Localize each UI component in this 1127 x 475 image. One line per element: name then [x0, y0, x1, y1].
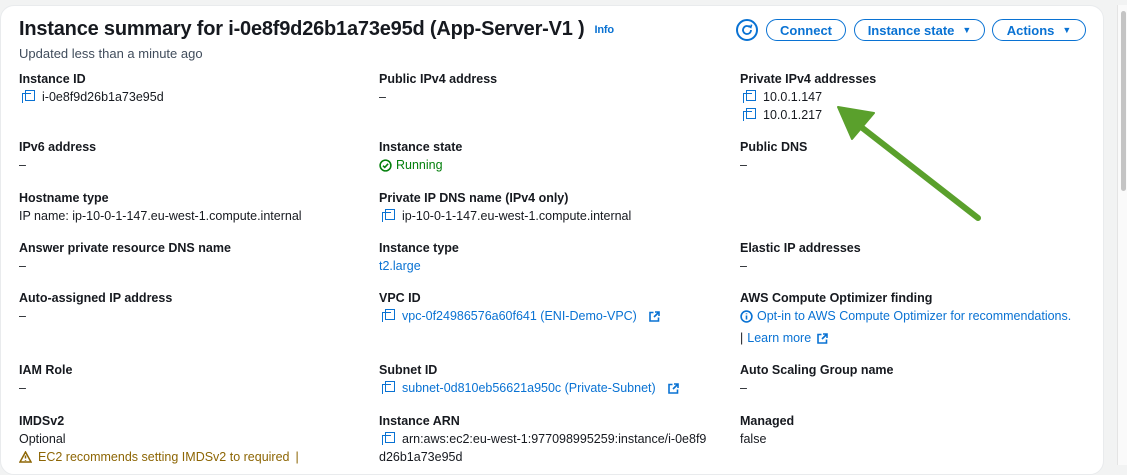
actions-label: Actions [1006, 22, 1055, 38]
private-ip-dns-label: Private IP DNS name (IPv4 only) [379, 191, 569, 205]
auto-assigned-ip-field: Auto-assigned IP address – [19, 289, 172, 325]
instance-state-field-label: Instance state [379, 140, 463, 154]
imdsv2-label: IMDSv2 [19, 414, 65, 428]
instance-type-value[interactable]: t2.large [379, 257, 459, 275]
instance-state-button[interactable]: Instance state ▼ [854, 19, 985, 41]
iam-role-label: IAM Role [19, 363, 73, 377]
elastic-ip-value: – [740, 259, 747, 273]
page-scrollbar[interactable] [1117, 5, 1127, 465]
copy-icon[interactable] [382, 209, 396, 223]
instance-id-label: Instance ID [19, 72, 86, 86]
info-circle-icon [740, 309, 753, 323]
auto-assigned-ip-label: Auto-assigned IP address [19, 291, 173, 305]
copy-icon[interactable] [743, 108, 757, 122]
check-circle-icon [379, 158, 392, 172]
public-dns-label: Public DNS [740, 140, 808, 154]
copy-icon[interactable] [382, 381, 396, 395]
imdsv2-warning-text[interactable]: EC2 recommends setting IMDSv2 to require… [38, 448, 290, 466]
imdsv2-value: Optional [19, 432, 66, 446]
copy-icon[interactable] [382, 432, 396, 446]
hostname-type-value: IP name: ip-10-0-1-147.eu-west-1.compute… [19, 209, 302, 223]
caret-down-icon: ▼ [1062, 25, 1072, 35]
instance-arn-label: Instance ARN [379, 414, 460, 428]
private-ipv4-value: 10.0.1.217 [763, 108, 823, 122]
public-dns-value: – [740, 158, 747, 172]
private-ip-dns-field: Private IP DNS name (IPv4 only) ip-10-0-… [379, 189, 631, 225]
vpc-id-label: VPC ID [379, 291, 421, 305]
ipv6-label: IPv6 address [19, 140, 97, 154]
copy-icon[interactable] [382, 309, 396, 323]
actions-button[interactable]: Actions ▼ [992, 19, 1086, 41]
public-dns-field: Public DNS – [740, 138, 807, 174]
vpc-id-link[interactable]: vpc-0f24986576a60f641 (ENI-Demo-VPC) [402, 307, 637, 325]
managed-field: Managed false [740, 412, 794, 448]
elastic-ip-label: Elastic IP addresses [740, 241, 861, 255]
managed-value: false [740, 432, 767, 446]
page-title-text: Instance summary for i-0e8f9d26b1a73e95d… [19, 18, 585, 40]
instance-arn-value-line2: d26b1a73e95d [379, 450, 463, 464]
public-ipv4-label: Public IPv4 address [379, 72, 498, 86]
instance-state-field: Instance state Running [379, 138, 462, 174]
instance-state-label: Instance state [867, 22, 955, 38]
instance-id-value: i-0e8f9d26b1a73e95d [42, 90, 164, 104]
external-link-icon[interactable] [817, 332, 828, 344]
scrollbar-thumb[interactable] [1121, 11, 1126, 191]
updated-status: Updated less than a minute ago [19, 46, 203, 61]
learn-more-link[interactable]: Learn more [747, 329, 811, 347]
answer-private-dns-value: – [19, 259, 26, 273]
subnet-id-label: Subnet ID [379, 363, 438, 377]
auto-scaling-label: Auto Scaling Group name [740, 363, 894, 377]
connect-label: Connect [780, 22, 832, 38]
refresh-button[interactable] [736, 19, 758, 41]
private-ipv4-value: 10.0.1.147 [763, 90, 823, 104]
info-link[interactable]: Info [595, 24, 615, 36]
external-link-icon[interactable] [667, 382, 679, 394]
separator: | [295, 450, 299, 464]
page-title: Instance summary for i-0e8f9d26b1a73e95d… [19, 18, 614, 41]
auto-scaling-value: – [740, 381, 747, 395]
compute-optimizer-link[interactable]: Opt-in to AWS Compute Optimizer for reco… [757, 307, 1071, 325]
auto-assigned-ip-value: – [19, 309, 26, 323]
instance-state-value: Running [396, 158, 443, 172]
connect-button[interactable]: Connect [766, 19, 846, 41]
imdsv2-warning: EC2 recommends setting IMDSv2 to require… [19, 448, 299, 466]
instance-arn-value-line1: arn:aws:ec2:eu-west-1:977098995259:insta… [402, 432, 707, 446]
iam-role-field: IAM Role – [19, 361, 72, 397]
refresh-icon [742, 24, 753, 35]
instance-id-field: Instance ID i-0e8f9d26b1a73e95d [19, 70, 164, 106]
external-link-icon[interactable] [649, 310, 660, 322]
compute-optimizer-field: AWS Compute Optimizer finding Opt-in to … [740, 289, 1071, 347]
instance-type-field: Instance type t2.large [379, 239, 459, 275]
iam-role-value: – [19, 381, 26, 395]
copy-icon[interactable] [22, 90, 36, 104]
hostname-type-label: Hostname type [19, 191, 109, 205]
caret-down-icon: ▼ [962, 25, 972, 35]
public-ipv4-field: Public IPv4 address – [379, 70, 497, 106]
private-ipv4-label: Private IPv4 addresses [740, 72, 877, 86]
answer-private-dns-field: Answer private resource DNS name – [19, 239, 231, 275]
auto-scaling-field: Auto Scaling Group name – [740, 361, 894, 397]
ipv6-field: IPv6 address – [19, 138, 96, 174]
warning-icon [19, 451, 32, 463]
subnet-id-field: Subnet ID subnet-0d810eb56621a950c (Priv… [379, 361, 679, 397]
ipv6-value: – [19, 158, 26, 172]
annotation-arrow [837, 106, 981, 221]
separator: | [740, 331, 744, 345]
hostname-type-field: Hostname type IP name: ip-10-0-1-147.eu-… [19, 189, 302, 225]
managed-label: Managed [740, 414, 795, 428]
private-ip-dns-value: ip-10-0-1-147.eu-west-1.compute.internal [402, 209, 632, 223]
compute-optimizer-label: AWS Compute Optimizer finding [740, 291, 933, 305]
public-ipv4-value: – [379, 90, 386, 104]
copy-icon[interactable] [743, 90, 757, 104]
answer-private-dns-label: Answer private resource DNS name [19, 241, 231, 255]
subnet-id-link[interactable]: subnet-0d810eb56621a950c (Private-Subnet… [402, 379, 656, 397]
vpc-id-field: VPC ID vpc-0f24986576a60f641 (ENI-Demo-V… [379, 289, 660, 325]
instance-type-label: Instance type [379, 241, 459, 255]
elastic-ip-field: Elastic IP addresses – [740, 239, 861, 275]
